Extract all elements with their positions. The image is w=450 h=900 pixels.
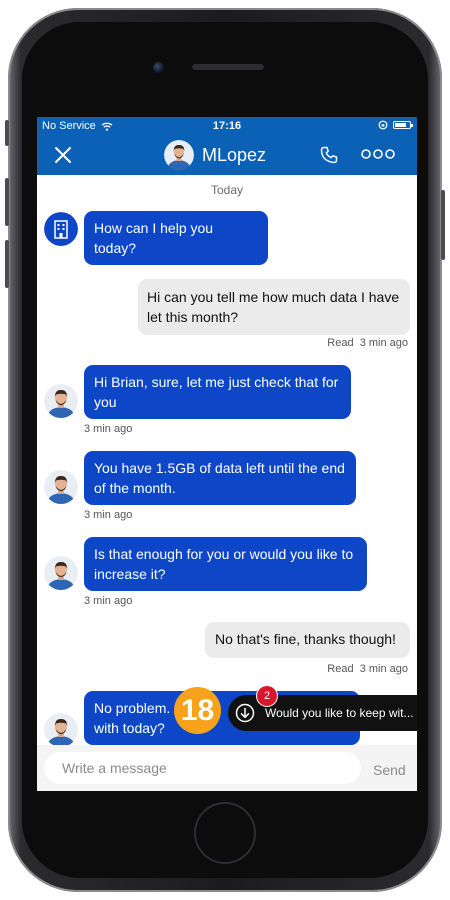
status-right xyxy=(378,120,413,130)
contact-name: MLopez xyxy=(202,144,267,165)
status-bar: No Service 17:16 xyxy=(37,117,417,136)
read-receipt: Read 3 min ago xyxy=(327,663,408,675)
date-separator: Today xyxy=(210,183,244,197)
agent-message: You have 1.5GB of data left until the en… xyxy=(84,451,356,505)
agent-message: Hi Brian, sure, let me just check that f… xyxy=(84,365,351,419)
volume-down-button xyxy=(5,240,9,288)
battery-level xyxy=(395,123,407,127)
company-avatar xyxy=(44,212,78,246)
status-time: 17:16 xyxy=(212,120,242,132)
read-receipt: Read 3 min ago xyxy=(327,337,408,349)
chat-header: MLopez xyxy=(37,136,417,175)
chat-screen: No Service 17:16 MLopez Today How can I … xyxy=(37,117,417,791)
message-time: 3 min ago xyxy=(359,663,408,675)
message-input[interactable] xyxy=(44,752,361,784)
user-message: No that's fine, thanks though! xyxy=(205,622,410,658)
agent-avatar xyxy=(44,556,78,590)
message-time: 3 min ago xyxy=(359,337,408,349)
step-number-badge: 18 xyxy=(174,687,221,734)
volume-up-button xyxy=(5,178,9,226)
front-camera xyxy=(153,62,164,73)
user-message: Hi can you tell me how much data I have … xyxy=(138,279,410,335)
new-messages-toast[interactable]: Would you like to keep wit... xyxy=(228,695,417,731)
mute-switch xyxy=(5,120,9,146)
send-button[interactable]: Send xyxy=(373,762,406,778)
read-label: Read xyxy=(327,663,354,675)
power-button xyxy=(441,190,445,260)
more-options-icon[interactable] xyxy=(361,148,395,160)
agent-message: How can I help you today? xyxy=(84,211,268,265)
orientation-lock-icon xyxy=(378,120,388,130)
close-icon[interactable] xyxy=(53,145,73,165)
agent-avatar xyxy=(44,713,78,747)
agent-message-text: No problem. with today? xyxy=(94,700,171,736)
message-time: 3 min ago xyxy=(84,509,133,521)
agent-message: Is that enough for you or would you like… xyxy=(84,537,367,591)
contact-avatar xyxy=(164,140,194,170)
phone-icon[interactable] xyxy=(319,145,339,165)
scroll-down-icon xyxy=(235,703,255,723)
home-button[interactable] xyxy=(194,802,256,864)
read-label: Read xyxy=(327,337,354,349)
message-time: 3 min ago xyxy=(84,595,133,607)
agent-avatar xyxy=(44,470,78,504)
unread-count-badge: 2 xyxy=(257,686,277,706)
agent-avatar xyxy=(44,384,78,418)
battery-icon xyxy=(393,121,413,129)
message-composer: Send xyxy=(37,745,417,791)
contact-header[interactable]: MLopez xyxy=(164,140,266,170)
earpiece-speaker xyxy=(192,64,264,70)
message-time: 3 min ago xyxy=(84,423,133,435)
toast-text: Would you like to keep wit... xyxy=(265,706,414,720)
